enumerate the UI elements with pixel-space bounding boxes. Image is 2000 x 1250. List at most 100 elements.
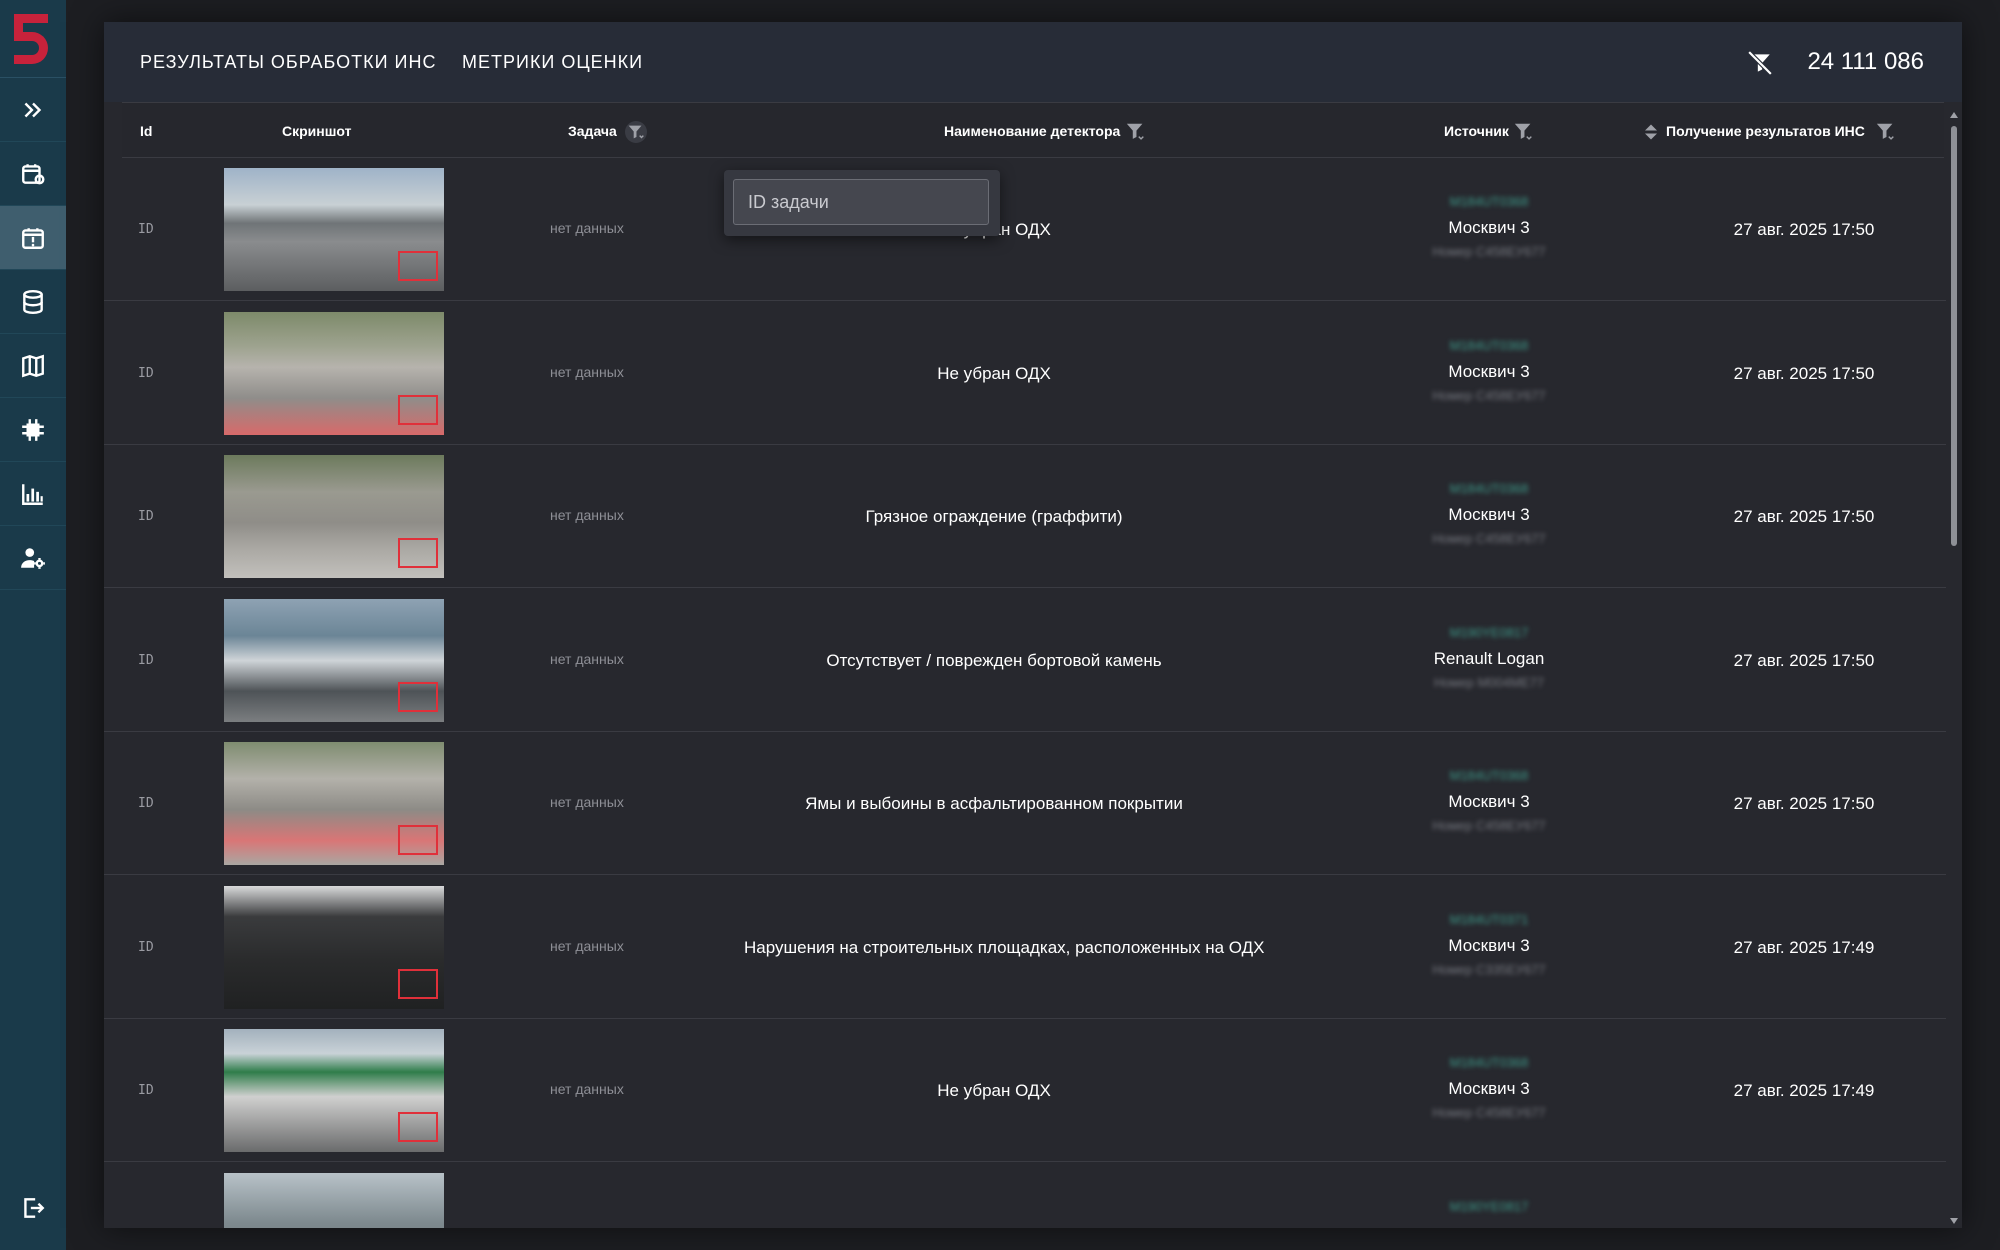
row-received-time: 27 авг. 2025 17:50 <box>1733 363 1875 383</box>
row-id: ID <box>138 365 154 381</box>
source-name: Москвич 3 <box>1448 792 1530 811</box>
source-filter-icon[interactable] <box>1512 121 1536 143</box>
row-task: нет данных <box>550 937 624 954</box>
nav-item-statistics[interactable] <box>0 462 66 526</box>
column-header-received: Получение результатов ИНС <box>1666 123 1865 139</box>
calendar-alert-icon <box>22 227 44 249</box>
row-source: M184UT0368 Москвич 3 Номер С458ЕУ677 <box>1404 1055 1574 1120</box>
row-received-time: 27 авг. 2025 17:49 <box>1733 1081 1875 1100</box>
table-row[interactable]: ID нет данных Грязное ограждение (граффити… <box>104 445 1946 588</box>
logout-button[interactable] <box>0 1176 66 1240</box>
table-row[interactable]: IDнет данныхНе убран ОДХM184UT0368Москви… <box>104 301 1946 445</box>
row-received-time: 27 авг. 2025 17:49 <box>1733 937 1875 957</box>
source-id[interactable]: M184UT0371 <box>1404 912 1574 932</box>
nav-item-results[interactable] <box>0 206 66 270</box>
row-id: ID <box>138 796 154 811</box>
nav-item-user-settings[interactable] <box>0 526 66 590</box>
source-name: Москвич 3 <box>1448 218 1530 237</box>
database-icon <box>23 289 43 314</box>
row-received-time: 27 авг. 2025 17:50 <box>1733 650 1875 670</box>
row-received-time: 27 авг. 2025 17:50 <box>1733 794 1875 813</box>
nav-item-detectors[interactable] <box>0 398 66 462</box>
bar-chart-icon <box>22 483 43 505</box>
row-id: ID <box>138 939 154 955</box>
scroll-thumb[interactable] <box>1951 126 1957 546</box>
screenshot-thumbnail[interactable] <box>224 168 444 291</box>
detection-box <box>398 394 438 425</box>
source-id[interactable]: M190YE0817 <box>1404 625 1574 645</box>
source-name: Renault Logan <box>1433 648 1545 668</box>
source-id[interactable]: M184UT0368 <box>1404 338 1574 358</box>
source-id[interactable]: M184UT0368 <box>1404 768 1574 788</box>
screenshot-thumbnail[interactable] <box>224 598 444 722</box>
source-plate: Номер С458ЕУ677 <box>1432 818 1546 833</box>
table-row[interactable]: IDнет данныхНе убран ОДХM184UT0368Москви… <box>104 1019 1946 1162</box>
expand-sidebar-button[interactable] <box>0 78 66 142</box>
received-filter-icon[interactable] <box>1874 121 1898 143</box>
detection-box <box>398 825 438 855</box>
source-id[interactable]: M184UT0368 <box>1404 194 1574 214</box>
clear-filters-icon[interactable] <box>1746 50 1774 76</box>
row-id: ID <box>138 652 154 668</box>
row-task: нет данных <box>550 794 624 810</box>
total-count: 24 111 086 <box>1807 48 1924 75</box>
task-filter-icon[interactable] <box>624 121 648 143</box>
row-source: M184UT0368 Москвич 3 Номер С458ЕУ677 <box>1404 481 1574 546</box>
row-source: M184UT0368 Москвич 3 Номер С458ЕУ677 <box>1404 194 1574 259</box>
screenshot-thumbnail[interactable] <box>224 311 444 435</box>
sort-icon[interactable] <box>1642 123 1660 141</box>
column-header-source: Источник <box>1444 123 1509 139</box>
screenshot-thumbnail[interactable] <box>224 885 444 1009</box>
source-plate: Номер С458ЕУ677 <box>1432 531 1546 546</box>
map-icon <box>22 354 44 377</box>
source-id[interactable]: M184UT0368 <box>1404 1055 1574 1075</box>
table-row[interactable]: IDнет данныхНе убран ОДХM184UT0368Москви… <box>104 158 1946 301</box>
task-filter-dropdown <box>724 170 1000 236</box>
row-task: нет данных <box>550 650 624 667</box>
task-id-input[interactable] <box>733 179 989 225</box>
row-detector-name: Нарушения на строительных площадках, рас… <box>744 937 1265 957</box>
detector-filter-icon[interactable] <box>1124 121 1148 143</box>
row-id: ID <box>138 509 154 524</box>
row-source: M184UT0368 Москвич 3 Номер С458ЕУ677 <box>1404 768 1574 833</box>
detection-box <box>398 681 438 712</box>
expand-icon <box>24 102 42 117</box>
scroll-down-arrow[interactable] <box>1950 1218 1958 1224</box>
user-settings-icon <box>21 547 45 569</box>
screenshot-thumbnail[interactable] <box>224 1029 444 1152</box>
tab-evaluation-metrics[interactable]: МЕТРИКИ ОЦЕНКИ <box>462 52 643 73</box>
source-id[interactable]: M184UT0368 <box>1404 481 1574 501</box>
table-row[interactable]: M190YE0817 <box>104 1162 1946 1228</box>
table-row[interactable]: ID нет данных Ямы и выбоины в асфальтирова… <box>104 732 1946 875</box>
row-received-time: 27 авг. 2025 17:50 <box>1733 507 1875 526</box>
source-name: Москвич 3 <box>1448 1079 1530 1098</box>
results-panel: РЕЗУЛЬТАТЫ ОБРАБОТКИ ИНС МЕТРИКИ ОЦЕНКИ … <box>104 22 1962 1228</box>
row-detector-name: Ямы и выбоины в асфальтированном покрыти… <box>805 794 1183 813</box>
row-detector-name: Отсутствует / поврежден бортовой камень <box>826 650 1162 670</box>
detection-box <box>398 1112 438 1142</box>
detection-box <box>398 968 438 999</box>
row-source: M190YE0817 <box>1404 1199 1574 1225</box>
screenshot-thumbnail[interactable] <box>224 1172 444 1228</box>
source-plate: Номер С458ЕУ677 <box>1432 244 1546 259</box>
column-header-task: Задача <box>568 123 617 139</box>
screenshot-thumbnail[interactable] <box>224 455 444 578</box>
scroll-up-arrow[interactable] <box>1950 112 1958 118</box>
row-detector-name: Грязное ограждение (граффити) <box>865 507 1123 526</box>
nav-item-database[interactable] <box>0 270 66 334</box>
table-scrollbar[interactable] <box>1950 106 1958 1226</box>
row-task: нет данных <box>550 507 624 523</box>
source-plate: Номер М004МЕ77 <box>1433 674 1545 690</box>
row-source: M184UT0371 Москвич 3 Номер С335ЕУ677 <box>1404 912 1574 977</box>
table-row[interactable]: ID нет данных Отсутствует / поврежден борт… <box>104 588 1946 732</box>
brand-logo <box>0 0 66 78</box>
tab-ins-results[interactable]: РЕЗУЛЬТАТЫ ОБРАБОТКИ ИНС <box>140 52 436 73</box>
source-plate: Номер С335ЕУ677 <box>1432 961 1546 977</box>
screenshot-thumbnail[interactable] <box>224 742 444 865</box>
source-name: Москвич 3 <box>1448 361 1530 381</box>
nav-item-map[interactable] <box>0 334 66 398</box>
detection-box <box>398 251 438 281</box>
table-row[interactable]: ID нет данных Нарушения на строительных пл… <box>104 875 1946 1019</box>
nav-item-schedule[interactable] <box>0 142 66 206</box>
source-id[interactable]: M190YE0817 <box>1404 1199 1574 1219</box>
